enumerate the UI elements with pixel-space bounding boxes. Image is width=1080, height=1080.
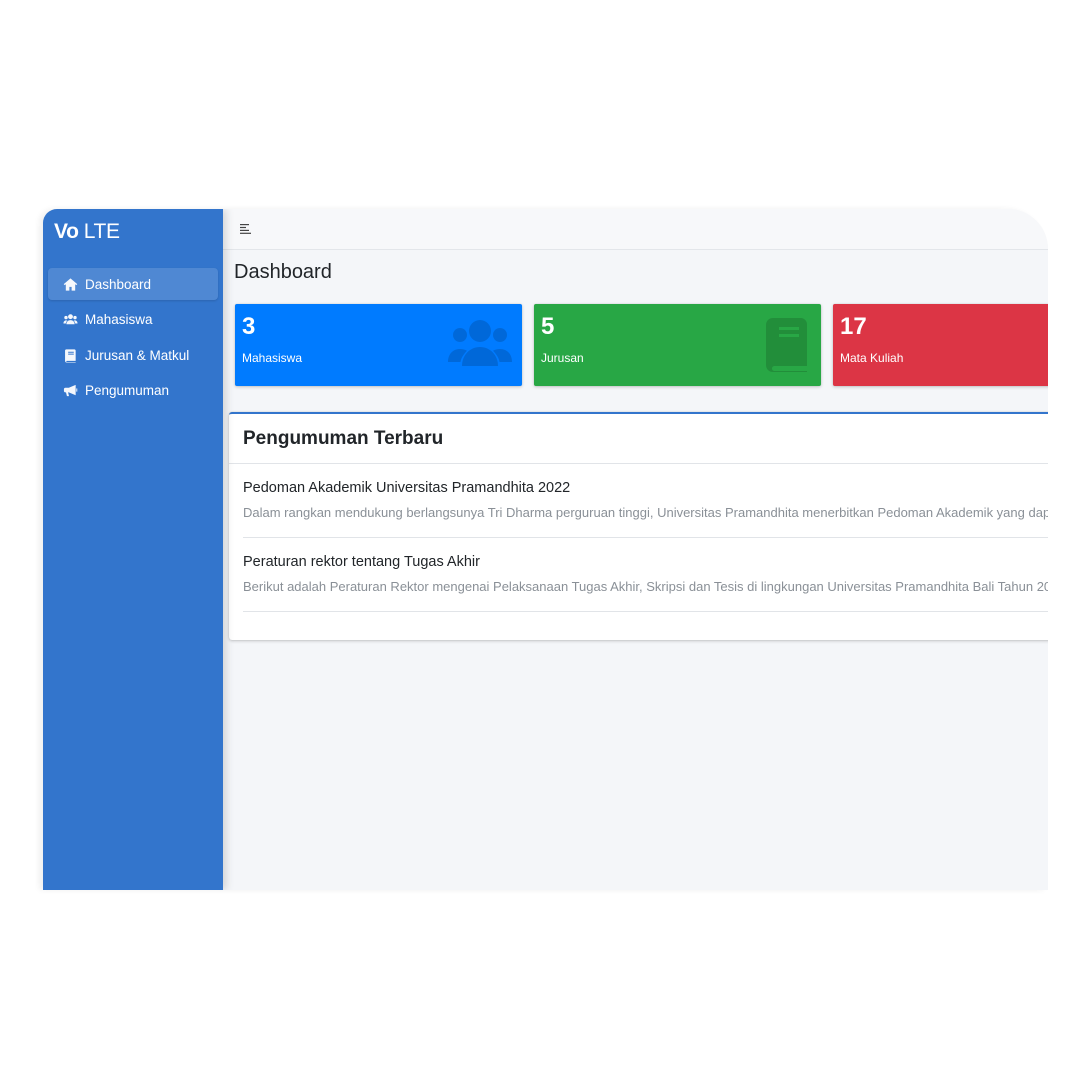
card-header: Pengumuman Terbaru [229, 414, 1048, 464]
announcement-item: Peraturan rektor tentang Tugas Akhir Ber… [243, 538, 1048, 612]
announcement-title[interactable]: Peraturan rektor tentang Tugas Akhir [243, 554, 480, 570]
users-icon [62, 312, 78, 328]
hamburger-icon[interactable] [240, 224, 252, 234]
stat-value: 5 [541, 313, 555, 340]
top-navbar [223, 209, 1048, 250]
brand-light-text: LTE [83, 220, 120, 243]
sidebar-item-jurusan-matkul[interactable]: Jurusan & Matkul [48, 339, 218, 371]
brand-bold-text: Vo [54, 220, 79, 243]
sidebar-item-label: Dashboard [85, 276, 152, 292]
sidebar-nav: Dashboard Mahasiswa Jurusan & Matkul Pen… [43, 268, 223, 407]
stat-value: 3 [242, 313, 256, 340]
announcement-description: Dalam rangkan mendukung berlangsunya Tri… [243, 505, 1048, 520]
sidebar-item-dashboard[interactable]: Dashboard [48, 268, 218, 300]
megaphone-icon [62, 383, 78, 399]
sidebar-item-label: Pengumuman [85, 383, 170, 398]
book-icon [747, 318, 811, 372]
card-title: Pengumuman Terbaru [243, 427, 444, 449]
sidebar-item-label: Mahasiswa [85, 312, 153, 327]
brand-logo[interactable]: Vo LTE [43, 209, 223, 255]
users-icon [448, 318, 512, 372]
announcements-card: Pengumuman Terbaru Pedoman Akademik Univ… [229, 412, 1048, 640]
announcement-description: Berikut adalah Peraturan Rektor mengenai… [243, 579, 1048, 594]
book-icon [62, 347, 78, 363]
stat-box-jurusan[interactable]: 5 Jurusan [534, 304, 821, 386]
stat-label: Mahasiswa [242, 351, 303, 365]
home-icon [62, 276, 78, 292]
sidebar-item-mahasiswa[interactable]: Mahasiswa [48, 304, 218, 336]
stat-boxes: 3 Mahasiswa 5 Jurusan 17 Mata Kuliah [235, 304, 1048, 386]
sidebar-item-label: Jurusan & Matkul [85, 347, 190, 363]
stat-box-mahasiswa[interactable]: 3 Mahasiswa [235, 304, 522, 386]
stat-box-mata-kuliah[interactable]: 17 Mata Kuliah [833, 304, 1048, 386]
page-title: Dashboard [234, 261, 332, 283]
stat-label: Jurusan [541, 351, 584, 365]
announcement-item: Pedoman Akademik Universitas Pramandhita… [243, 464, 1048, 538]
announcement-title[interactable]: Pedoman Akademik Universitas Pramandhita… [243, 480, 570, 496]
stat-label: Mata Kuliah [840, 351, 904, 365]
stat-value: 17 [840, 313, 867, 340]
sidebar: Vo LTE Dashboard Mahasiswa Jurusan & Mat… [43, 209, 223, 890]
app-window: Vo LTE Dashboard Mahasiswa Jurusan & Mat… [43, 209, 1048, 890]
main-content: Dashboard 3 Mahasiswa 5 Jurusan 17 Mata … [223, 209, 1048, 890]
sidebar-item-pengumuman[interactable]: Pengumuman [48, 375, 218, 407]
